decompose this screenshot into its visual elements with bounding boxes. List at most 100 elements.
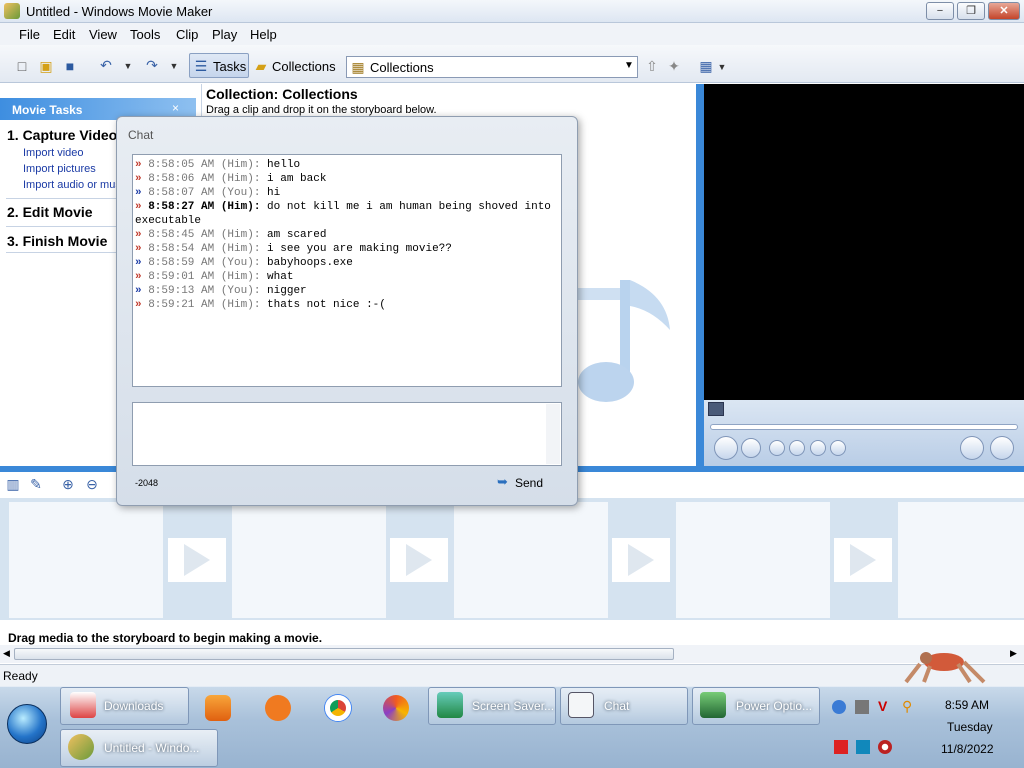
desktop-buddy-sprite[interactable] xyxy=(900,648,988,686)
message-text: thats not nice :-( xyxy=(267,299,386,311)
zoom-in-icon[interactable]: ⊕ xyxy=(60,476,76,492)
tray-utility-icon[interactable] xyxy=(855,700,869,714)
storyboard-slot[interactable] xyxy=(232,502,386,618)
pinned-avast-browser[interactable] xyxy=(376,690,416,726)
views-icon[interactable]: ▦ xyxy=(698,58,714,74)
storyboard-slot[interactable] xyxy=(898,502,1024,618)
menu-play[interactable]: Play xyxy=(212,27,237,42)
fullscreen-icon[interactable] xyxy=(708,402,724,416)
menu-help[interactable]: Help xyxy=(250,27,277,42)
rewind-button[interactable] xyxy=(769,440,785,456)
snapshot-button[interactable] xyxy=(990,436,1014,460)
message-timestamp: 8:58:59 AM xyxy=(148,257,215,269)
redo-dropdown-icon[interactable]: ▼ xyxy=(166,58,182,74)
chat-message: » 8:58:07 AM (You): hi xyxy=(135,186,559,200)
import-video-link[interactable]: Import video xyxy=(23,147,84,159)
import-pictures-link[interactable]: Import pictures xyxy=(23,163,96,175)
message-sender: (Him): xyxy=(220,201,261,213)
message-timestamp: 8:58:27 AM xyxy=(148,201,215,213)
transition-slot[interactable] xyxy=(612,538,670,582)
start-button[interactable] xyxy=(7,704,47,744)
scroll-right-icon[interactable]: ▶ xyxy=(1010,648,1017,659)
new-folder-icon[interactable]: ✦ xyxy=(666,58,682,74)
network-tray-icon[interactable] xyxy=(832,700,846,714)
transition-slot[interactable] xyxy=(834,538,892,582)
movie-maker-taskbar-icon xyxy=(68,734,94,760)
zoom-out-icon[interactable]: ⊖ xyxy=(84,476,100,492)
antivirus-tray-icon[interactable]: V xyxy=(878,698,892,714)
close-button[interactable]: ✕ xyxy=(988,2,1020,20)
menu-edit[interactable]: Edit xyxy=(53,27,75,42)
message-marker-icon: » xyxy=(135,201,149,213)
pinned-chrome[interactable] xyxy=(318,690,358,726)
views-dropdown-icon[interactable]: ▼ xyxy=(714,59,730,75)
new-project-icon[interactable]: □ xyxy=(14,58,30,74)
step-edit-movie[interactable]: 2. Edit Movie xyxy=(7,204,93,220)
import-audio-link[interactable]: Import audio or music xyxy=(23,179,129,191)
movie-maker-app-icon[interactable] xyxy=(4,3,20,19)
set-audio-levels-icon[interactable]: ▥ xyxy=(5,476,21,492)
redo-icon[interactable]: ↷ xyxy=(144,57,160,73)
menu-clip[interactable]: Clip xyxy=(176,27,198,42)
action-center-flag-icon[interactable] xyxy=(834,740,848,754)
storyboard-slot[interactable] xyxy=(9,502,163,618)
pinned-uc-browser[interactable] xyxy=(258,690,298,726)
menu-tools[interactable]: Tools xyxy=(130,27,160,42)
minimize-button[interactable]: − xyxy=(926,2,954,20)
chevron-down-icon[interactable]: ▼ xyxy=(624,60,634,71)
clock-time[interactable]: 8:59 AM xyxy=(945,698,989,712)
collections-button-label[interactable]: Collections xyxy=(272,59,336,74)
pinned-media-player[interactable] xyxy=(198,690,238,726)
maximize-button[interactable]: ❐ xyxy=(957,2,985,20)
chat-app-icon xyxy=(568,692,594,718)
next-frame-button[interactable] xyxy=(810,440,826,456)
chat-message: » 8:58:27 AM (Him): do not kill me i am … xyxy=(135,200,559,228)
previous-frame-button[interactable] xyxy=(789,440,805,456)
chat-message: » 8:58:59 AM (You): babyhoops.exe xyxy=(135,256,559,270)
scroll-left-icon[interactable]: ◀ xyxy=(3,648,10,659)
message-text: babyhoops.exe xyxy=(267,257,353,269)
collections-select-value: Collections xyxy=(370,60,434,75)
narrate-icon[interactable]: ✎ xyxy=(28,476,44,492)
menu-view[interactable]: View xyxy=(89,27,117,42)
message-timestamp: 8:58:05 AM xyxy=(148,159,215,171)
split-clip-button[interactable] xyxy=(960,436,984,460)
seek-bar[interactable] xyxy=(710,424,1018,430)
up-folder-icon[interactable]: ⇧ xyxy=(644,58,660,74)
search-tray-icon[interactable]: ⚲ xyxy=(902,698,916,714)
message-sender: (Him): xyxy=(220,243,261,255)
scrollbar-thumb[interactable] xyxy=(14,648,674,660)
collections-folder-icon[interactable]: ▰ xyxy=(253,58,269,74)
close-tasks-icon[interactable]: × xyxy=(172,101,179,115)
stop-button[interactable] xyxy=(741,438,761,458)
undo-dropdown-icon[interactable]: ▼ xyxy=(120,58,136,74)
chat-message-input[interactable] xyxy=(132,402,562,466)
transition-slot[interactable] xyxy=(168,538,226,582)
message-text: i am back xyxy=(267,173,327,185)
message-sender: (You): xyxy=(220,285,261,297)
message-marker-icon: » xyxy=(135,243,149,255)
clock-date[interactable]: 11/8/2022 xyxy=(941,742,994,756)
display-tray-icon[interactable] xyxy=(856,740,870,754)
transition-slot[interactable] xyxy=(390,538,448,582)
chat-input-scrollbar[interactable] xyxy=(546,404,560,464)
storyboard-slot[interactable] xyxy=(676,502,830,618)
step-capture-video[interactable]: 1. Capture Video xyxy=(7,127,117,143)
message-timestamp: 8:58:07 AM xyxy=(148,187,215,199)
volume-tray-icon[interactable] xyxy=(878,740,892,754)
step-finish-movie[interactable]: 3. Finish Movie xyxy=(7,233,107,249)
undo-icon[interactable]: ↶ xyxy=(98,57,114,73)
chat-log[interactable]: » 8:58:05 AM (Him): hello» 8:58:06 AM (H… xyxy=(132,154,562,387)
pane-splitter[interactable] xyxy=(696,84,704,466)
chat-message: » 8:58:06 AM (Him): i am back xyxy=(135,172,559,186)
menu-file[interactable]: File xyxy=(19,27,40,42)
chat-message: » 8:59:01 AM (Him): what xyxy=(135,270,559,284)
save-project-icon[interactable]: ■ xyxy=(62,58,78,74)
downloads-folder-icon xyxy=(70,692,96,718)
storyboard-slot[interactable] xyxy=(454,502,608,618)
play-button[interactable] xyxy=(714,436,738,460)
forward-button[interactable] xyxy=(830,440,846,456)
movie-tasks-title: Movie Tasks xyxy=(12,103,83,117)
open-project-icon[interactable]: ▣ xyxy=(38,58,54,74)
clock-day[interactable]: Tuesday xyxy=(947,720,993,734)
